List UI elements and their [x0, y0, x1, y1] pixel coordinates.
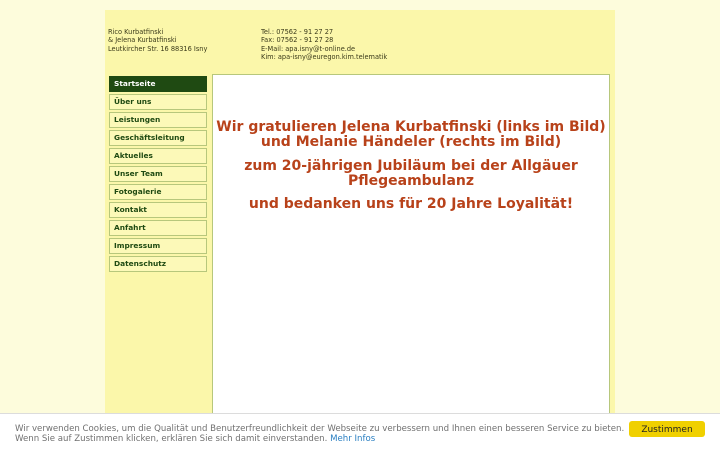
phone-line: Tel.: 07562 - 91 27 27	[261, 28, 334, 36]
contact-info: Tel.: 07562 - 91 27 27 Fax: 07562 - 91 2…	[261, 28, 387, 62]
main-content: Wir gratulieren Jelena Kurbatfinski (lin…	[212, 74, 610, 450]
sidebar-nav: Startseite Über uns Leistungen Geschäfts…	[109, 76, 207, 274]
address-line: Leutkircher Str. 16 88316 Isny	[108, 44, 208, 53]
more-info-link[interactable]: Mehr Infos	[330, 434, 375, 444]
congratulation-text: Wir gratulieren Jelena Kurbatfinski (lin…	[216, 119, 606, 150]
thanks-text: und bedanken uns für 20 Jahre Loyalität!	[248, 196, 574, 212]
cookie-banner: Wir verwenden Cookies, um die Qualität u…	[0, 413, 720, 451]
nav-item-fotogalerie[interactable]: Fotogalerie	[109, 184, 207, 200]
owner-address: Rico Kurbatfinski & Jelena Kurbatfinski …	[108, 28, 207, 53]
nav-item-kontakt[interactable]: Kontakt	[109, 202, 207, 218]
nav-item-anfahrt[interactable]: Anfahrt	[109, 220, 207, 236]
accept-cookies-button[interactable]: Zustimmen	[629, 421, 705, 437]
fax-line: Fax: 07562 - 91 27 28	[261, 36, 334, 45]
owner-line: & Jelena Kurbatfinski	[108, 36, 177, 45]
nav-item-leistungen[interactable]: Leistungen	[109, 112, 207, 128]
page-container: Rico Kurbatfinski & Jelena Kurbatfinski …	[105, 10, 615, 450]
nav-item-datenschutz[interactable]: Datenschutz	[109, 256, 207, 272]
nav-item-ueber-uns[interactable]: Über uns	[109, 94, 207, 110]
kim-line: Kim: apa-isny@euregon.kim.telematik	[261, 53, 388, 62]
nav-item-unser-team[interactable]: Unser Team	[109, 166, 207, 182]
owner-line: Rico Kurbatfinski	[108, 28, 164, 36]
nav-item-startseite[interactable]: Startseite	[109, 76, 207, 92]
cookie-text: Wir verwenden Cookies, um die Qualität u…	[15, 424, 625, 444]
nav-item-impressum[interactable]: Impressum	[109, 238, 207, 254]
cookie-notice: Wir verwenden Cookies, um die Qualität u…	[15, 424, 625, 444]
nav-item-aktuelles[interactable]: Aktuelles	[109, 148, 207, 164]
nav-item-geschaeftsleitung[interactable]: Geschäftsleitung	[109, 130, 207, 146]
email-line: E-Mail: apa.isny@t-online.de	[261, 44, 356, 53]
anniversary-text: zum 20-jährigen Jubiläum bei der Allgäue…	[244, 158, 578, 189]
